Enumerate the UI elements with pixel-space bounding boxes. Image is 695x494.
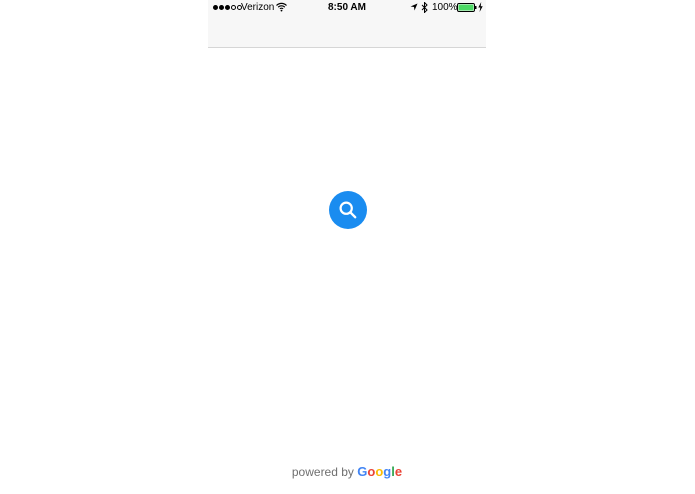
powered-by-label: powered by [291,465,354,479]
search-button[interactable] [329,191,367,229]
page-background: Verizon 8:50 AM 100% powered by Google [0,0,695,494]
phone-screen: Verizon 8:50 AM 100% powered by Google [208,0,486,494]
location-icon [410,3,418,11]
battery-icon [457,3,477,12]
battery-percentage: 100% [432,2,458,13]
bluetooth-icon [421,2,428,13]
powered-by-google-attribution: powered by Google [208,464,486,480]
google-logo: Google [357,464,403,479]
search-icon [339,201,357,219]
status-bar: Verizon 8:50 AM 100% [208,0,486,15]
navigation-bar: Verizon 8:50 AM 100% [208,0,486,48]
charging-icon [478,2,483,12]
